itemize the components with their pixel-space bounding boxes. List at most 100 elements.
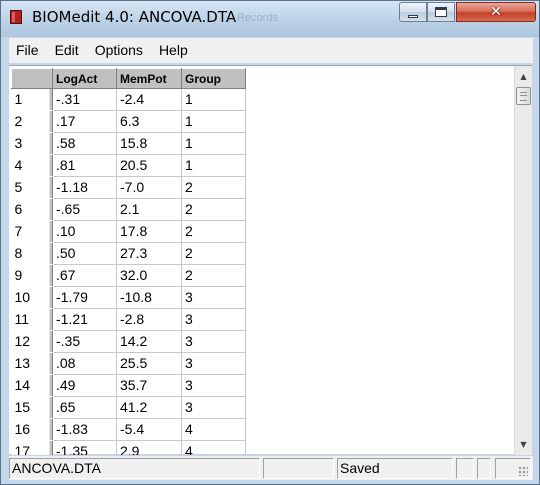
table-row[interactable]: 16 -1.83 -5.4 4 xyxy=(11,418,246,441)
cell-mempot[interactable]: 15.8 xyxy=(116,132,182,155)
minimize-button[interactable] xyxy=(399,2,427,22)
cell-group[interactable]: 2 xyxy=(181,264,246,287)
cell-logact[interactable]: .50 xyxy=(52,242,117,265)
table-row[interactable]: 2.17 6.3 1 xyxy=(11,110,246,133)
cell-logact[interactable]: -1.21 xyxy=(52,308,117,331)
table-row[interactable]: 15.65 41.2 3 xyxy=(11,396,246,419)
table-row[interactable]: 6 -.65 2.1 2 xyxy=(11,198,246,221)
cell-mempot[interactable]: 25.5 xyxy=(116,352,182,375)
cell-group[interactable]: 3 xyxy=(181,286,246,309)
arrow-up-icon[interactable]: ▲ xyxy=(515,68,532,85)
data-grid[interactable]: LogAct MemPot Group 1 -.31 -2.4 1 2.17 6.3 1 3.… xyxy=(9,66,514,455)
cell-logact[interactable]: -.31 xyxy=(52,88,117,111)
cell-group[interactable]: 4 xyxy=(181,440,246,455)
close-button[interactable]: ✕ xyxy=(456,2,536,22)
menu-help[interactable]: Help xyxy=(151,38,196,63)
cell-mempot[interactable]: 14.2 xyxy=(116,330,182,353)
row-number[interactable]: 5 xyxy=(11,176,53,199)
menu-options[interactable]: Options xyxy=(87,38,151,63)
cell-logact[interactable]: -.65 xyxy=(52,198,117,221)
cell-logact[interactable]: .10 xyxy=(52,220,117,243)
row-number[interactable]: 12 xyxy=(11,330,53,353)
resize-grip[interactable] xyxy=(495,458,531,479)
cell-group[interactable]: 3 xyxy=(181,308,246,331)
cell-logact[interactable]: -.35 xyxy=(52,330,117,353)
cell-mempot[interactable]: 2.1 xyxy=(116,198,182,221)
cell-logact[interactable]: .17 xyxy=(52,110,117,133)
row-number[interactable]: 8 xyxy=(11,242,53,265)
scroll-thumb[interactable] xyxy=(516,87,531,105)
row-number[interactable]: 10 xyxy=(11,286,53,309)
cell-mempot[interactable]: 35.7 xyxy=(116,374,182,397)
cell-logact[interactable]: .65 xyxy=(52,396,117,419)
cell-group[interactable]: 1 xyxy=(181,154,246,177)
row-number[interactable]: 16 xyxy=(11,418,53,441)
cell-logact[interactable]: -1.18 xyxy=(52,176,117,199)
column-header-mempot[interactable]: MemPot xyxy=(116,68,182,89)
row-number[interactable]: 6 xyxy=(11,198,53,221)
cell-group[interactable]: 1 xyxy=(181,88,246,111)
cell-group[interactable]: 2 xyxy=(181,242,246,265)
row-number[interactable]: 4 xyxy=(11,154,53,177)
cell-group[interactable]: 3 xyxy=(181,374,246,397)
cell-group[interactable]: 3 xyxy=(181,330,246,353)
select-all-corner[interactable] xyxy=(11,68,53,89)
table-row[interactable]: 1 -.31 -2.4 1 xyxy=(11,88,246,111)
cell-logact[interactable]: .81 xyxy=(52,154,117,177)
cell-logact[interactable]: -1.79 xyxy=(52,286,117,309)
maximize-button[interactable] xyxy=(427,2,455,22)
table-row[interactable]: 5 -1.18 -7.0 2 xyxy=(11,176,246,199)
cell-group[interactable]: 2 xyxy=(181,220,246,243)
table-row[interactable]: 3.58 15.8 1 xyxy=(11,132,246,155)
table-row[interactable]: 7.10 17.8 2 xyxy=(11,220,246,243)
cell-logact[interactable]: .58 xyxy=(52,132,117,155)
row-number[interactable]: 2 xyxy=(11,110,53,133)
cell-group[interactable]: 3 xyxy=(181,352,246,375)
cell-mempot[interactable]: 27.3 xyxy=(116,242,182,265)
cell-mempot[interactable]: 2.9 xyxy=(116,440,182,455)
app-icon[interactable] xyxy=(10,10,22,24)
row-number[interactable]: 1 xyxy=(11,88,53,111)
cell-group[interactable]: 1 xyxy=(181,110,246,133)
cell-mempot[interactable]: 32.0 xyxy=(116,264,182,287)
cell-mempot[interactable]: -10.8 xyxy=(116,286,182,309)
row-number[interactable]: 15 xyxy=(11,396,53,419)
cell-group[interactable]: 2 xyxy=(181,176,246,199)
row-number[interactable]: 11 xyxy=(11,308,53,331)
cell-group[interactable]: 4 xyxy=(181,418,246,441)
cell-mempot[interactable]: -5.4 xyxy=(116,418,182,441)
table-row[interactable]: 12 -.35 14.2 3 xyxy=(11,330,246,353)
row-number[interactable]: 13 xyxy=(11,352,53,375)
table-row[interactable]: 11 -1.21 -2.8 3 xyxy=(11,308,246,331)
cell-mempot[interactable]: -2.8 xyxy=(116,308,182,331)
table-row[interactable]: 17 -1.35 2.9 4 xyxy=(11,440,246,455)
cell-mempot[interactable]: 17.8 xyxy=(116,220,182,243)
cell-logact[interactable]: .08 xyxy=(52,352,117,375)
arrow-down-icon[interactable]: ▼ xyxy=(515,436,532,453)
cell-logact[interactable]: -1.35 xyxy=(52,440,117,455)
cell-mempot[interactable]: -7.0 xyxy=(116,176,182,199)
column-header-group[interactable]: Group xyxy=(181,68,246,89)
column-header-logact[interactable]: LogAct xyxy=(52,68,117,89)
table-row[interactable]: 9.67 32.0 2 xyxy=(11,264,246,287)
row-number[interactable]: 17 xyxy=(11,440,53,455)
title-bar[interactable]: BIOMedit 4.0: ANCOVA.DTA Records ✕ xyxy=(1,1,539,37)
cell-mempot[interactable]: -2.4 xyxy=(116,88,182,111)
cell-mempot[interactable]: 41.2 xyxy=(116,396,182,419)
table-row[interactable]: 4.81 20.5 1 xyxy=(11,154,246,177)
row-number[interactable]: 3 xyxy=(11,132,53,155)
vertical-scrollbar[interactable]: ▲ ▼ xyxy=(514,66,532,455)
cell-logact[interactable]: .67 xyxy=(52,264,117,287)
menu-edit[interactable]: Edit xyxy=(47,38,87,63)
table-row[interactable]: 8.50 27.3 2 xyxy=(11,242,246,265)
cell-group[interactable]: 1 xyxy=(181,132,246,155)
cell-mempot[interactable]: 6.3 xyxy=(116,110,182,133)
menu-file[interactable]: File xyxy=(9,38,47,63)
cell-group[interactable]: 2 xyxy=(181,198,246,221)
table-row[interactable]: 13.08 25.5 3 xyxy=(11,352,246,375)
cell-logact[interactable]: -1.83 xyxy=(52,418,117,441)
table-row[interactable]: 14.49 35.7 3 xyxy=(11,374,246,397)
cell-logact[interactable]: .49 xyxy=(52,374,117,397)
row-number[interactable]: 14 xyxy=(11,374,53,397)
cell-group[interactable]: 3 xyxy=(181,396,246,419)
